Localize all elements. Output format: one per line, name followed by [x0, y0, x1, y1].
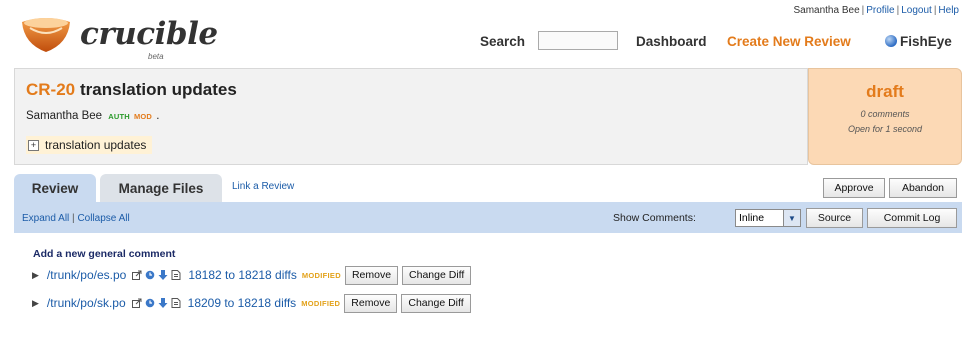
- collapse-all-link[interactable]: Collapse All: [77, 213, 129, 224]
- download-icon[interactable]: [158, 270, 168, 280]
- review-id[interactable]: CR-20: [26, 80, 75, 100]
- expand-all-link[interactable]: Expand All: [22, 213, 69, 224]
- app-beta-tag: beta: [148, 52, 164, 61]
- add-general-comment-link[interactable]: Add a new general comment: [33, 248, 175, 260]
- file-icon[interactable]: [171, 270, 181, 280]
- crucible-bowl-icon: [22, 18, 70, 52]
- show-comments-label: Show Comments:: [613, 212, 696, 224]
- change-diff-button[interactable]: Change Diff: [401, 293, 471, 313]
- link-separator: |: [72, 213, 75, 224]
- approve-button[interactable]: Approve: [823, 178, 885, 198]
- author-suffix: .: [156, 110, 160, 122]
- download-icon[interactable]: [158, 298, 168, 308]
- expand-arrow-icon[interactable]: ▶: [32, 270, 39, 281]
- external-link-icon[interactable]: [131, 298, 142, 308]
- user-name: Samantha Bee: [793, 5, 860, 16]
- diff-range-link[interactable]: 18182 to 18218 diffs: [188, 268, 297, 282]
- file-icon[interactable]: [171, 298, 181, 308]
- link-a-review-link[interactable]: Link a Review: [232, 181, 294, 192]
- commit-log-button[interactable]: Commit Log: [867, 208, 957, 228]
- abandon-button[interactable]: Abandon: [889, 178, 957, 198]
- moderator-badge: MOD: [133, 112, 153, 121]
- expand-collapse-links: Expand All | Collapse All: [22, 213, 130, 224]
- profile-link[interactable]: Profile: [866, 5, 894, 16]
- history-icon[interactable]: [145, 298, 155, 308]
- file-row: ▶ /trunk/po/sk.po 18209 to 18218 diffs M…: [32, 293, 471, 313]
- search-input[interactable]: [538, 31, 618, 50]
- remove-button[interactable]: Remove: [344, 265, 399, 285]
- file-status-badge: MODIFIED: [301, 270, 341, 280]
- open-duration: Open for 1 second: [847, 124, 923, 134]
- tab-review[interactable]: Review: [14, 174, 96, 202]
- app-name: crucible: [80, 16, 218, 52]
- fisheye-icon: [885, 35, 897, 47]
- user-nav: Samantha Bee | Profile | Logout | Help: [793, 5, 959, 16]
- fisheye-link[interactable]: FishEye: [885, 34, 952, 49]
- crucible-logo[interactable]: crucible beta: [14, 8, 218, 61]
- dashboard-link[interactable]: Dashboard: [636, 34, 707, 49]
- diff-range-link[interactable]: 18209 to 18218 diffs: [188, 296, 297, 310]
- external-link-icon[interactable]: [132, 270, 142, 280]
- author-badge: AUTH: [108, 112, 130, 121]
- file-path-link[interactable]: /trunk/po/es.po: [47, 268, 126, 282]
- chevron-down-icon[interactable]: ▼: [783, 210, 800, 226]
- show-comments-value: Inline: [739, 212, 765, 224]
- show-comments-select[interactable]: Inline ▼: [735, 209, 801, 227]
- remove-button[interactable]: Remove: [344, 293, 398, 313]
- create-new-review-link[interactable]: Create New Review: [727, 34, 851, 49]
- fisheye-label: FishEye: [900, 34, 952, 49]
- author-line: Samantha Bee AUTH MOD .: [26, 110, 159, 122]
- file-status-badge: MODIFIED: [301, 298, 341, 308]
- logout-link[interactable]: Logout: [901, 5, 932, 16]
- objectives-toggle[interactable]: + translation updates: [26, 136, 153, 154]
- objectives-text: translation updates: [45, 138, 147, 152]
- expand-plus-icon[interactable]: +: [28, 139, 39, 151]
- author-name: Samantha Bee: [26, 110, 103, 122]
- review-title: translation updates: [80, 80, 237, 99]
- file-row: ▶ /trunk/po/es.po 18182 to 18218 diffs M…: [32, 265, 472, 285]
- file-path-link[interactable]: /trunk/po/sk.po: [47, 296, 126, 310]
- history-icon[interactable]: [145, 270, 155, 280]
- review-state: draft: [866, 82, 904, 101]
- expand-arrow-icon[interactable]: ▶: [32, 298, 39, 309]
- search-label: Search: [480, 34, 526, 49]
- help-link[interactable]: Help: [938, 5, 959, 16]
- tab-manage-files[interactable]: Manage Files: [100, 174, 222, 202]
- comment-count: 0 comments: [860, 109, 910, 119]
- change-diff-button[interactable]: Change Diff: [402, 265, 472, 285]
- source-button[interactable]: Source: [806, 208, 863, 228]
